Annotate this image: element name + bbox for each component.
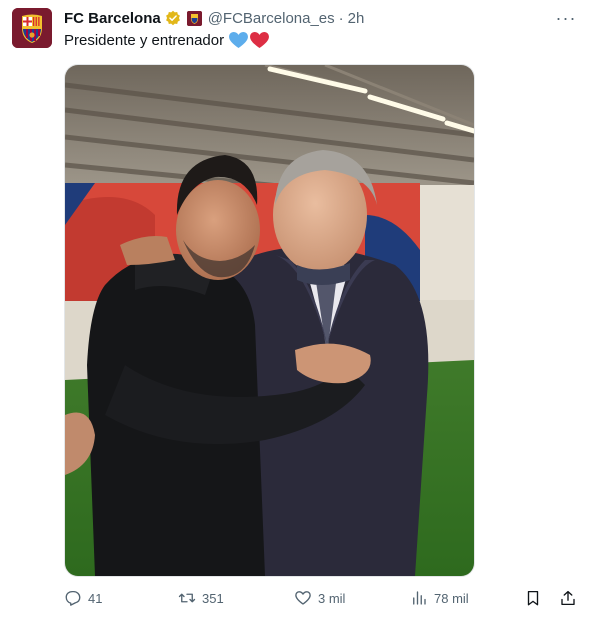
tweet-text: Presidente y entrenador: [64, 32, 270, 49]
share-button[interactable]: [559, 588, 577, 608]
share-icon: [561, 590, 575, 606]
tweet-photo[interactable]: [64, 64, 475, 577]
avatar[interactable]: [12, 8, 52, 48]
retweet-icon: [178, 593, 196, 603]
retweet-count: 351: [202, 590, 224, 606]
fcb-crest-icon: [12, 8, 52, 48]
bookmark-button[interactable]: [524, 588, 542, 608]
bookmark-icon: [527, 590, 539, 606]
blue-heart-icon: [229, 32, 249, 49]
account-handle[interactable]: @FCBarcelona_es: [208, 10, 335, 27]
verified-badge-icon: [165, 10, 180, 26]
like-button[interactable]: 3 mil: [294, 588, 345, 608]
tweet-text-content: Presidente y entrenador: [64, 32, 225, 49]
views-button[interactable]: 78 mil: [410, 588, 469, 608]
affiliate-logo-icon: [186, 10, 202, 26]
more-options-button[interactable]: ···: [556, 8, 576, 28]
reply-count: 41: [88, 590, 103, 606]
separator-dot: ·: [338, 9, 344, 27]
account-name[interactable]: FC Barcelona: [64, 10, 161, 27]
red-heart-icon: [250, 32, 270, 49]
tweet-header: FC Barcelona @FCBarcelona_es · 2h: [64, 8, 364, 28]
tweet-action-bar: 41 351 3 mil 78 mil: [64, 588, 580, 608]
photo-image: [65, 65, 474, 576]
views-icon: [413, 591, 426, 605]
like-icon: [295, 591, 311, 605]
views-count: 78 mil: [434, 590, 469, 606]
more-dots-icon: ···: [555, 7, 577, 28]
like-count: 3 mil: [318, 590, 346, 606]
reply-button[interactable]: 41: [64, 588, 102, 608]
reply-icon: [65, 590, 81, 606]
tweet-timestamp[interactable]: 2h: [348, 10, 365, 27]
retweet-button[interactable]: 351: [178, 588, 224, 608]
